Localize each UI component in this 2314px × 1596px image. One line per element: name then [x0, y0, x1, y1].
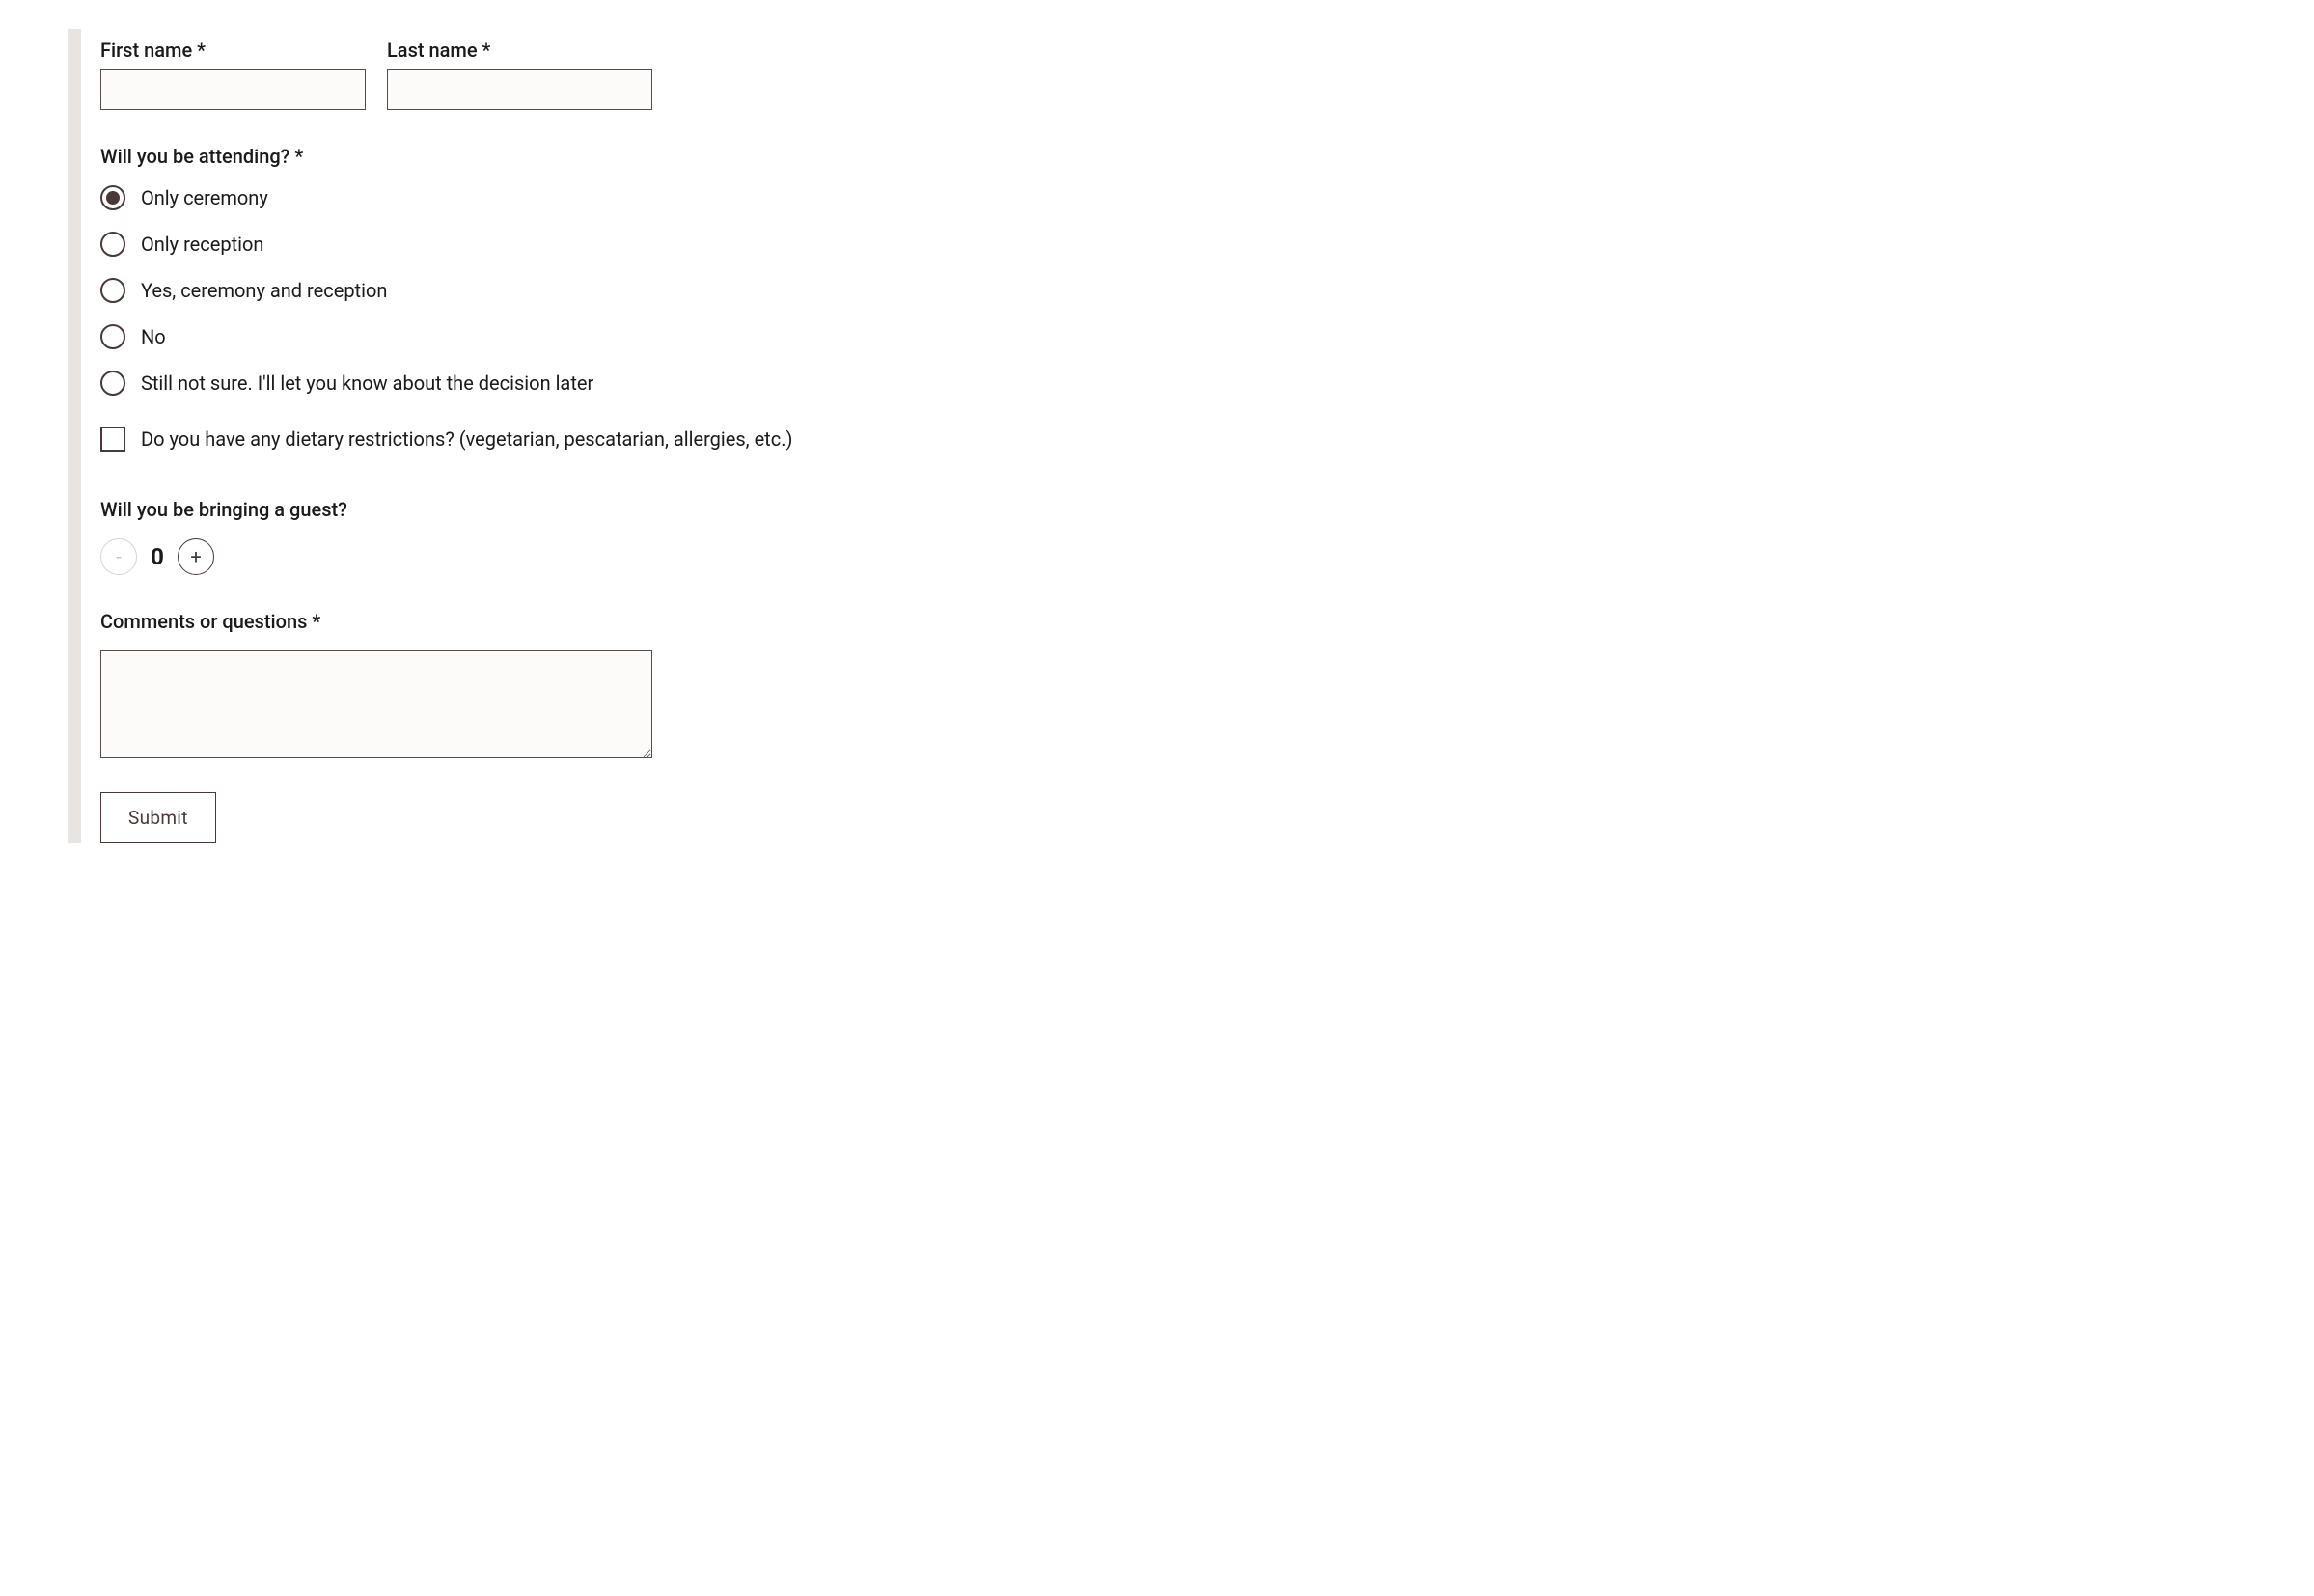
comments-label: Comments or questions *: [100, 610, 969, 633]
radio-both[interactable]: Yes, ceremony and reception: [100, 278, 969, 303]
radio-label: Yes, ceremony and reception: [141, 279, 387, 302]
radio-label: Only ceremony: [141, 186, 268, 209]
radio-icon: [100, 232, 125, 257]
dietary-checkbox-row[interactable]: Do you have any dietary restrictions? (v…: [100, 427, 969, 452]
radio-label: No: [141, 325, 166, 348]
radio-icon: [100, 185, 125, 210]
radio-icon: [100, 324, 125, 349]
first-name-input[interactable]: [100, 69, 366, 110]
radio-only-ceremony[interactable]: Only ceremony: [100, 185, 969, 210]
vertical-accent-stripe: [68, 29, 81, 843]
rsvp-form-page: First name * Last name * Will you be att…: [0, 0, 2314, 901]
dietary-label: Do you have any dietary restrictions? (v…: [141, 427, 792, 451]
checkbox-icon: [100, 427, 125, 452]
last-name-group: Last name *: [387, 39, 652, 110]
guest-label: Will you be bringing a guest?: [100, 498, 969, 521]
radio-no[interactable]: No: [100, 324, 969, 349]
stepper-minus-button[interactable]: -: [100, 538, 137, 575]
stepper-value: 0: [149, 543, 166, 570]
first-name-label: First name *: [100, 39, 366, 62]
name-row: First name * Last name *: [100, 39, 969, 110]
form-container: First name * Last name * Will you be att…: [100, 39, 969, 843]
last-name-input[interactable]: [387, 69, 652, 110]
comments-textarea[interactable]: [100, 650, 652, 758]
comments-section: Comments or questions *: [100, 610, 969, 763]
radio-not-sure[interactable]: Still not sure. I'll let you know about …: [100, 371, 969, 396]
radio-icon: [100, 371, 125, 396]
attending-label: Will you be attending? *: [100, 145, 969, 168]
stepper-plus-button[interactable]: +: [178, 538, 214, 575]
attending-section: Will you be attending? * Only ceremony O…: [100, 145, 969, 396]
first-name-group: First name *: [100, 39, 366, 110]
guest-section: Will you be bringing a guest? - 0 +: [100, 498, 969, 575]
last-name-label: Last name *: [387, 39, 652, 62]
attending-radio-list: Only ceremony Only reception Yes, ceremo…: [100, 185, 969, 396]
submit-button[interactable]: Submit: [100, 792, 216, 843]
radio-label: Only reception: [141, 233, 263, 256]
radio-label: Still not sure. I'll let you know about …: [141, 371, 593, 395]
guest-stepper: - 0 +: [100, 538, 969, 575]
radio-icon: [100, 278, 125, 303]
radio-only-reception[interactable]: Only reception: [100, 232, 969, 257]
